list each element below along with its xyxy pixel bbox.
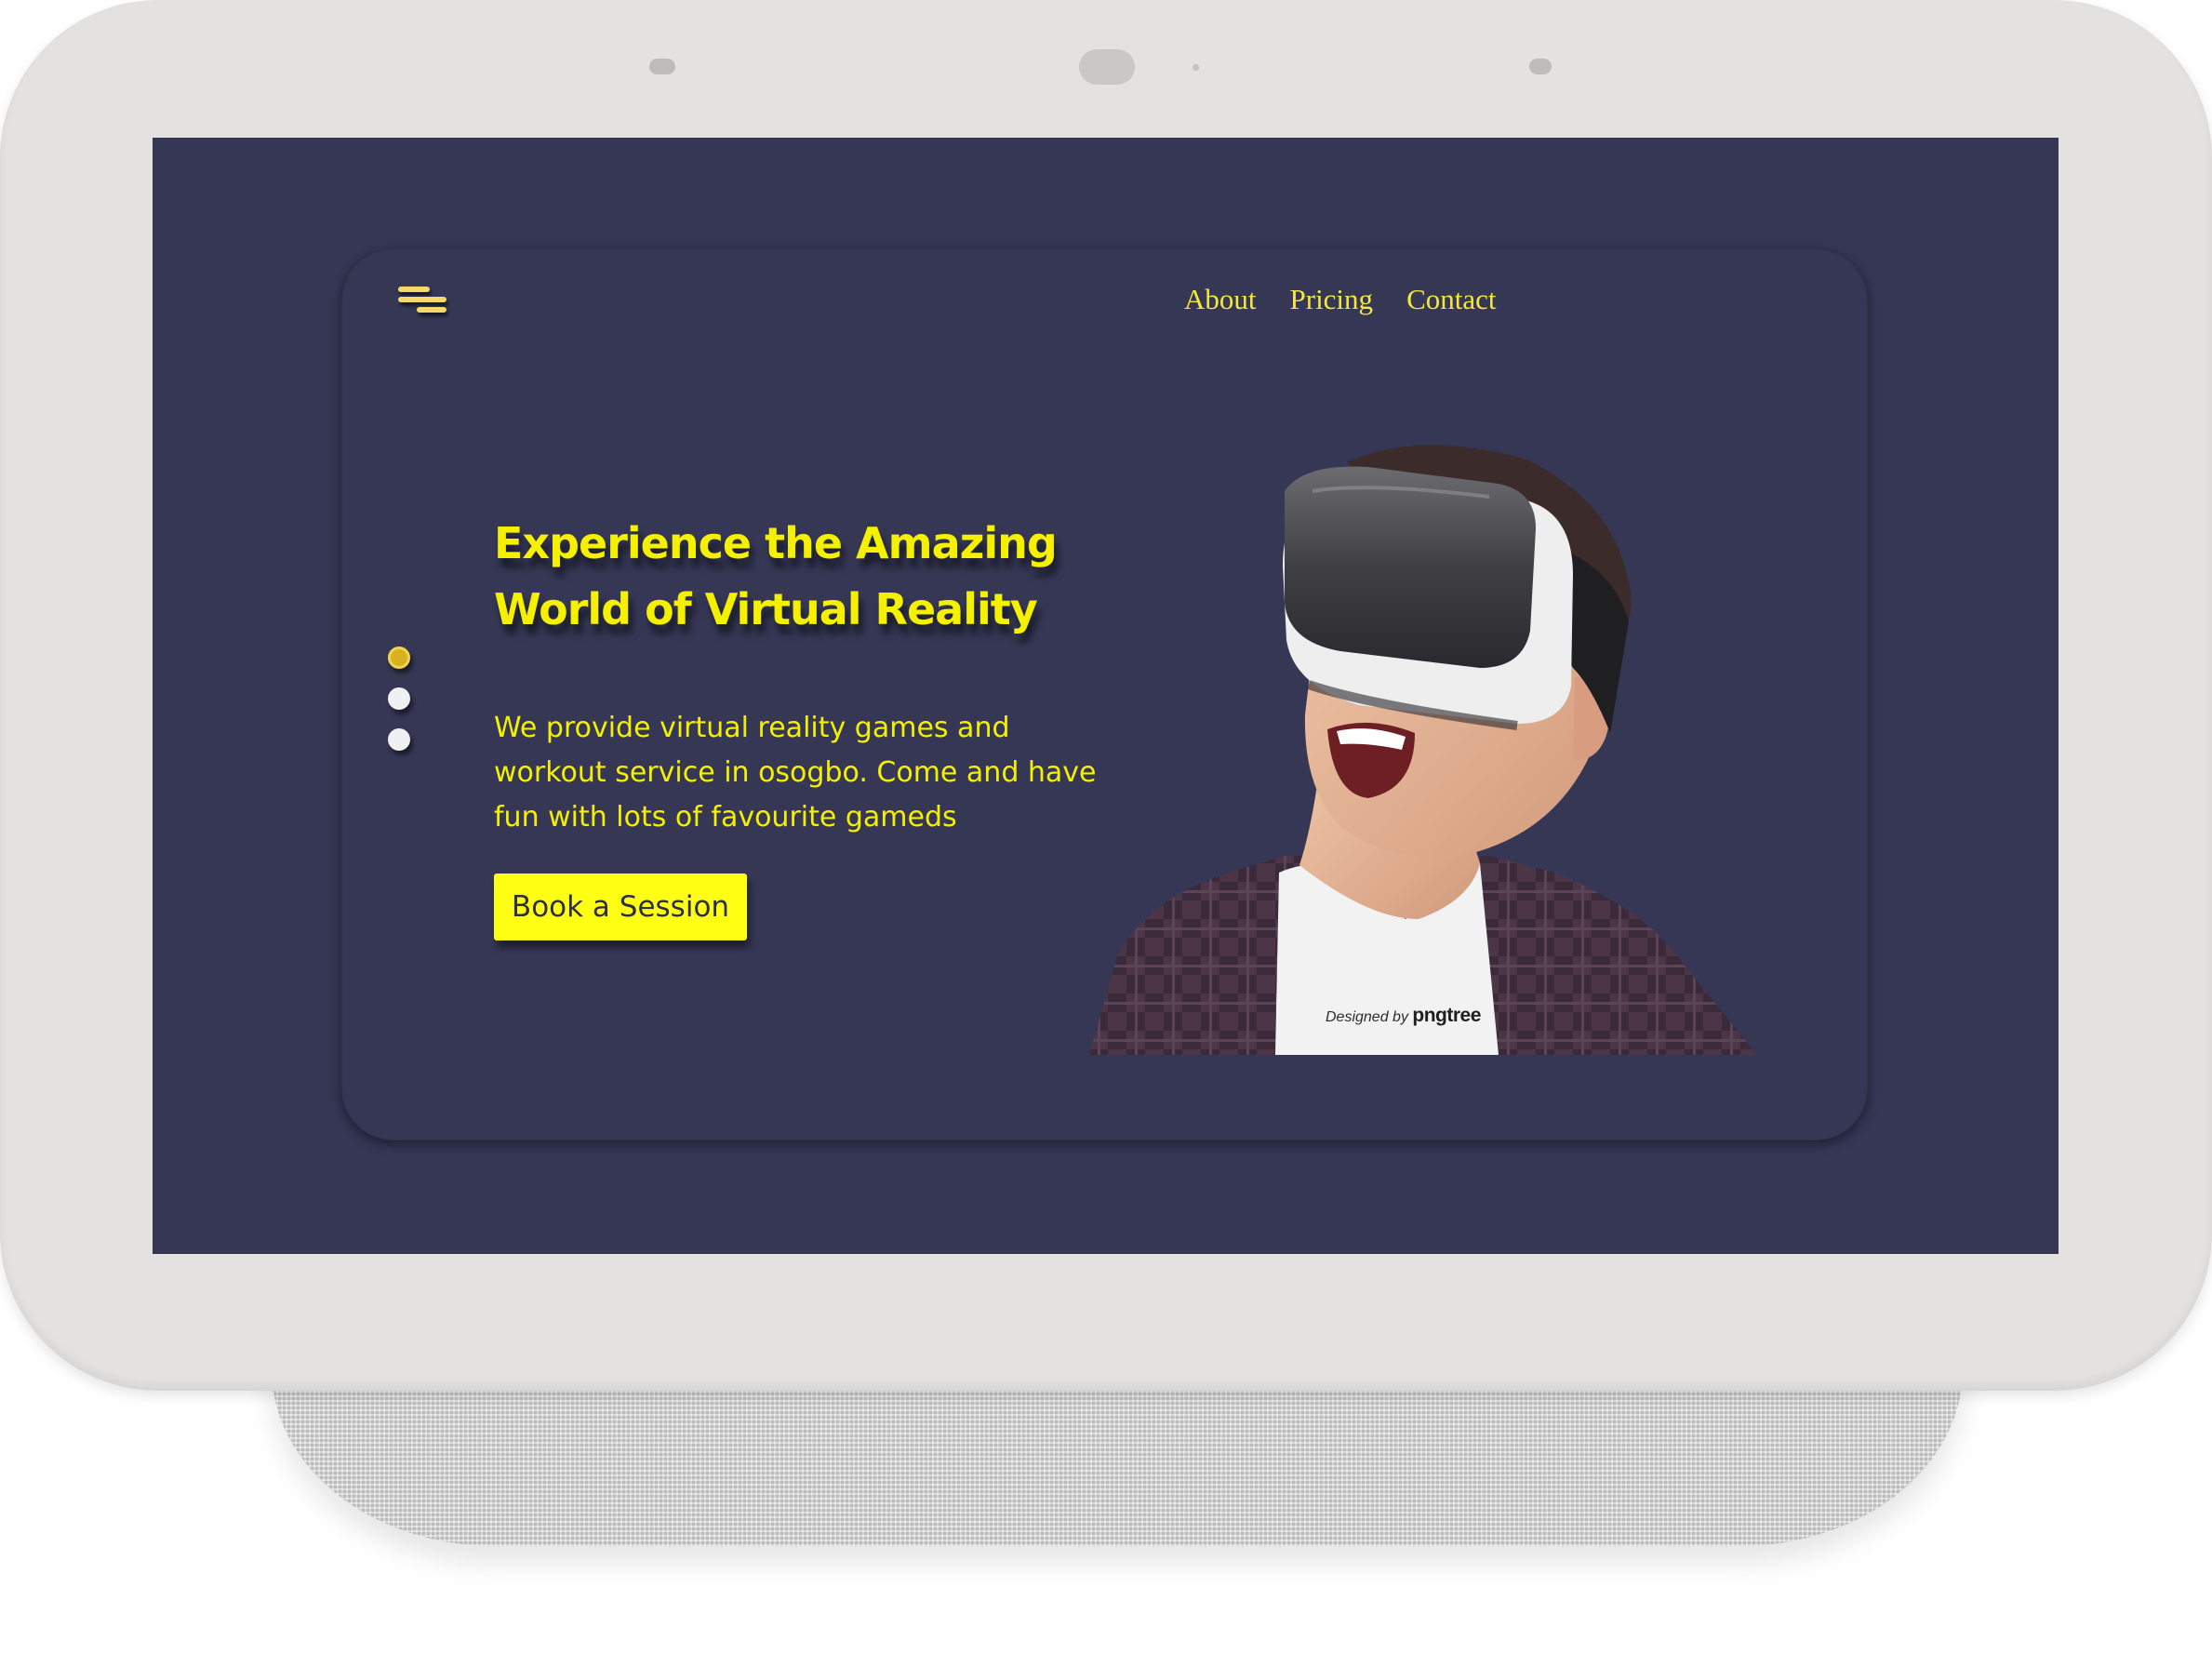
book-session-button[interactable]: Book a Session bbox=[494, 874, 747, 940]
ambient-sensor-left bbox=[649, 59, 675, 74]
nav-link-about[interactable]: About bbox=[1184, 283, 1257, 316]
device-bezel: About Pricing Contact Experience the Ama… bbox=[0, 0, 2212, 1391]
hero-headline: Experience the Amazing World of Virtual R… bbox=[494, 511, 1071, 643]
headline-line-2: World of Virtual Reality bbox=[494, 584, 1038, 634]
menu-line bbox=[398, 287, 430, 292]
camera-icon bbox=[1079, 49, 1135, 85]
slider-dot-1-active[interactable] bbox=[388, 647, 410, 669]
indicator-light bbox=[1193, 64, 1199, 71]
vr-headset-person-image: Designed by pngtree bbox=[1089, 435, 1757, 1055]
smart-display-device: About Pricing Contact Experience the Ama… bbox=[0, 0, 2212, 1667]
menu-line bbox=[417, 307, 446, 313]
menu-line bbox=[398, 297, 446, 302]
vr-person-illustration bbox=[1089, 445, 1757, 1055]
watermark-brand: pngtree bbox=[1412, 1005, 1481, 1026]
device-screen: About Pricing Contact Experience the Ama… bbox=[153, 138, 2059, 1254]
slider-dot-3[interactable] bbox=[388, 728, 410, 751]
nav-link-contact[interactable]: Contact bbox=[1406, 283, 1496, 316]
top-nav: About Pricing Contact bbox=[1184, 283, 1496, 316]
headline-line-1: Experience the Amazing bbox=[494, 518, 1058, 568]
slider-dot-2[interactable] bbox=[388, 687, 410, 710]
hamburger-menu-icon[interactable] bbox=[398, 285, 450, 316]
nav-link-pricing[interactable]: Pricing bbox=[1290, 283, 1374, 316]
watermark-prefix: Designed by bbox=[1326, 1009, 1408, 1025]
landing-card: About Pricing Contact Experience the Ama… bbox=[341, 248, 1868, 1140]
hero-description: We provide virtual reality games and wor… bbox=[494, 712, 1097, 834]
image-watermark: Designed by pngtree bbox=[1326, 1005, 1481, 1027]
ambient-sensor-right bbox=[1529, 59, 1552, 74]
